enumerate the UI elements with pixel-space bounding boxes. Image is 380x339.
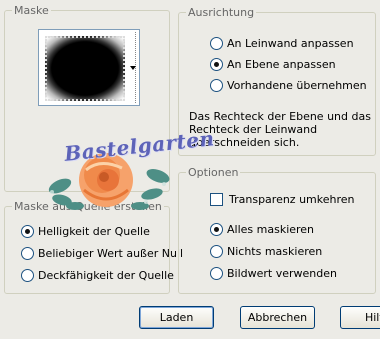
radio-use-existing[interactable]: Vorhandene übernehmen [210, 77, 367, 93]
load-button[interactable]: Laden [139, 306, 214, 329]
radio-button-icon [21, 224, 34, 238]
radio-label: An Leinwand anpassen [227, 36, 354, 50]
radio-label: Deckfähigkeit der Quelle [38, 268, 174, 282]
radio-label: Beliebiger Wert außer Null [38, 246, 184, 260]
radio-button-icon [210, 78, 223, 92]
radio-button-icon [210, 266, 223, 280]
help-button-label: Hilfe [364, 311, 380, 324]
radio-label: Bildwert verwenden [227, 266, 337, 280]
mask-dropdown[interactable] [38, 29, 140, 106]
watermark-logo: Bastelgarten [40, 126, 216, 213]
alignment-description: Das Rechteck der Ebene und das Rechteck … [189, 110, 371, 149]
radio-mask-all[interactable]: Alles maskieren [210, 221, 314, 237]
radio-button-icon [210, 222, 223, 236]
radio-label: An Ebene anpassen [227, 57, 336, 71]
radio-mask-none[interactable]: Nichts maskieren [210, 243, 322, 259]
radio-source-nonzero[interactable]: Beliebiger Wert außer Null [21, 245, 183, 261]
chevron-down-icon[interactable] [128, 31, 138, 104]
mask-group-legend: Maske [12, 4, 51, 17]
mask-thumbnail [45, 36, 125, 101]
help-button[interactable]: Hilfe [340, 306, 380, 329]
radio-label: Nichts maskieren [227, 244, 323, 258]
load-button-label: Laden [159, 311, 194, 324]
radio-button-icon [21, 268, 34, 282]
help-button-clip: Hilfe [340, 306, 380, 329]
radio-label: Vorhandene übernehmen [227, 78, 367, 92]
mask-source-group: Maske aus Quelle erstellen Helligkeit de… [4, 200, 183, 294]
radio-source-brightness[interactable]: Helligkeit der Quelle [21, 223, 150, 239]
radio-fit-canvas[interactable]: An Leinwand anpassen [210, 35, 354, 51]
radio-button-icon [21, 246, 34, 260]
radio-fit-layer[interactable]: An Ebene anpassen [210, 56, 336, 72]
radio-label: Helligkeit der Quelle [38, 224, 150, 238]
alignment-group-legend: Ausrichtung [186, 6, 257, 19]
radio-button-icon [210, 57, 223, 71]
radio-label: Alles maskieren [227, 222, 315, 236]
cancel-button[interactable]: Abbrechen [240, 306, 315, 329]
checkbox-label: Transparenz umkehren [229, 192, 355, 206]
radio-source-opacity[interactable]: Deckfähigkeit der Quelle [21, 267, 174, 283]
radio-use-image-value[interactable]: Bildwert verwenden [210, 265, 337, 281]
checkbox-invert-transparency[interactable]: Transparenz umkehren [210, 191, 355, 207]
cancel-button-label: Abbrechen [247, 311, 308, 324]
radio-button-icon [210, 244, 223, 258]
radio-button-icon [210, 36, 223, 50]
